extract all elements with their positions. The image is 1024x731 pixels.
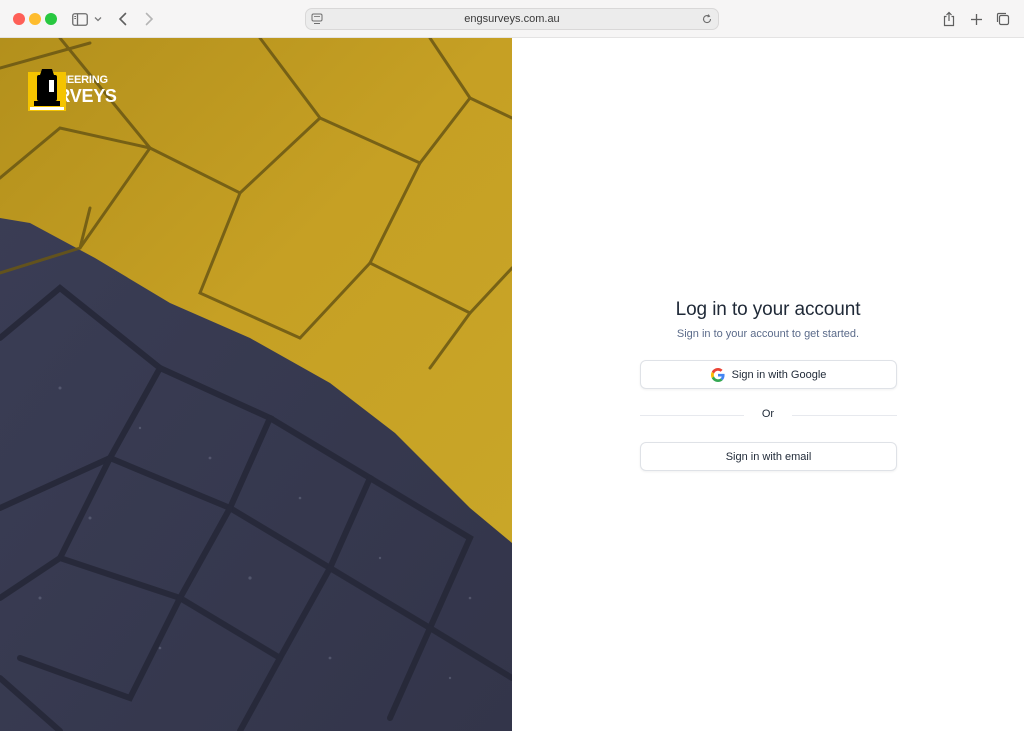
reload-icon[interactable] — [701, 13, 713, 25]
divider-line-left — [640, 415, 744, 416]
login-title: Log in to your account — [675, 299, 861, 320]
share-icon — [943, 11, 955, 27]
forward-button[interactable] — [140, 9, 158, 29]
share-button[interactable] — [939, 9, 959, 29]
url-text: engsurveys.com.au — [464, 13, 560, 25]
hero-image: ENGINEERING SURVEYS — [0, 38, 512, 731]
google-signin-button[interactable]: Sign in with Google — [640, 360, 897, 389]
login-subtitle: Sign in to your account to get started. — [676, 328, 860, 340]
close-window-button[interactable] — [13, 13, 25, 25]
back-icon — [118, 12, 127, 26]
tabs-icon — [996, 12, 1010, 26]
sidebar-icon — [71, 12, 88, 26]
email-signin-button[interactable]: Sign in with email — [640, 442, 897, 471]
tab-overview-button[interactable] — [993, 9, 1013, 29]
divider-or-text: Or — [761, 408, 775, 420]
email-signin-label: Sign in with email — [725, 450, 812, 463]
zoom-window-button[interactable] — [45, 13, 57, 25]
forward-icon — [145, 12, 154, 26]
login-panel: Log in to your account Sign in to your a… — [512, 38, 1024, 731]
divider-line-right — [792, 415, 897, 416]
back-button[interactable] — [114, 9, 132, 29]
paving-photo — [0, 38, 512, 731]
plus-icon — [970, 13, 982, 25]
chevron-down-icon — [94, 17, 101, 22]
minimize-window-button[interactable] — [29, 13, 41, 25]
google-icon — [710, 367, 725, 382]
brand-logo[interactable]: ENGINEERING SURVEYS — [28, 67, 117, 113]
theodolite-logo-icon — [28, 69, 66, 111]
new-tab-button[interactable] — [966, 9, 986, 29]
browser-toolbar: engsurveys.com.au — [0, 0, 1024, 38]
google-signin-label: Sign in with Google — [731, 368, 827, 381]
address-bar[interactable]: engsurveys.com.au — [305, 8, 719, 30]
sidebar-toggle-button[interactable] — [70, 9, 104, 29]
